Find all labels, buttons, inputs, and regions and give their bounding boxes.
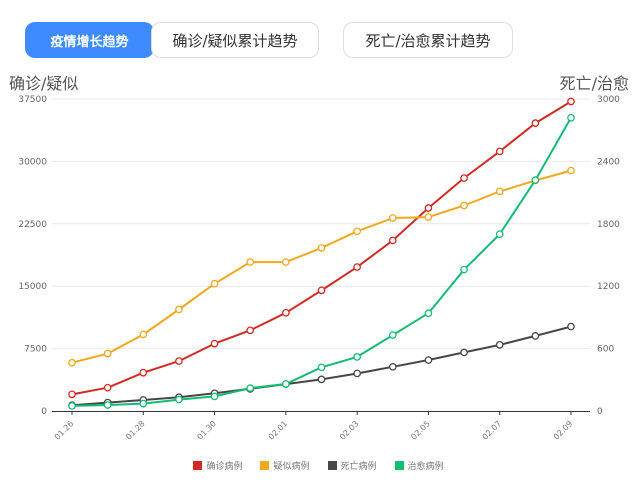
data-point bbox=[424, 356, 433, 364]
data-point bbox=[388, 214, 397, 222]
data-point bbox=[353, 353, 361, 361]
y-left-tick-label: 7500 bbox=[24, 345, 47, 355]
data-point bbox=[246, 258, 255, 266]
data-point bbox=[103, 349, 112, 358]
data-point bbox=[567, 166, 575, 175]
data-point bbox=[139, 399, 148, 408]
data-point bbox=[460, 265, 468, 274]
x-tick-label: 02.07 bbox=[481, 419, 504, 442]
data-point bbox=[282, 380, 290, 388]
data-point bbox=[139, 368, 148, 377]
data-point bbox=[388, 331, 397, 339]
data-point bbox=[495, 187, 504, 196]
data-point bbox=[460, 201, 468, 210]
x-tick-label: 02.01 bbox=[267, 419, 290, 442]
data-point bbox=[175, 357, 183, 365]
data-point bbox=[210, 339, 219, 348]
x-tick-label: 01.30 bbox=[195, 419, 218, 442]
y-right-tick-label: 2400 bbox=[597, 157, 620, 167]
x-tick-label: 02.05 bbox=[409, 419, 432, 442]
data-point bbox=[495, 147, 504, 156]
legend-item-suspected[interactable]: 疑似病例 bbox=[260, 459, 310, 472]
data-point bbox=[68, 402, 76, 410]
y-right-tick-label: 3000 bbox=[597, 95, 620, 105]
legend-item-confirmed[interactable]: 确诊病例 bbox=[193, 459, 242, 472]
x-tick-label: 02.03 bbox=[338, 419, 361, 442]
legend-label-suspected: 疑似病例 bbox=[273, 461, 310, 472]
legend-swatch-confirmed bbox=[193, 460, 203, 470]
data-point bbox=[210, 279, 219, 288]
x-tick-label: 02.09 bbox=[552, 419, 575, 442]
legend-swatch-suspected bbox=[260, 460, 270, 470]
data-point bbox=[246, 326, 255, 335]
data-point bbox=[175, 305, 183, 314]
data-point bbox=[353, 263, 361, 271]
y-left-tick-label: 37500 bbox=[18, 95, 47, 105]
legend-label-deaths: 死亡病例 bbox=[340, 461, 377, 472]
data-point bbox=[567, 97, 575, 106]
data-point bbox=[210, 392, 219, 401]
legend-swatch-recovered bbox=[394, 460, 404, 470]
legend-label-confirmed: 确诊病例 bbox=[206, 461, 243, 472]
legend-item-recovered[interactable]: 治愈病例 bbox=[394, 459, 444, 472]
data-point bbox=[282, 308, 290, 317]
data-point bbox=[567, 322, 575, 331]
data-point bbox=[282, 258, 290, 266]
y-left-tick-label: 22500 bbox=[18, 220, 47, 230]
data-point bbox=[495, 341, 504, 349]
x-tick-label: 01.26 bbox=[53, 419, 76, 442]
data-point bbox=[531, 332, 540, 340]
data-point bbox=[246, 384, 255, 392]
data-point bbox=[317, 244, 326, 252]
data-point bbox=[68, 358, 76, 367]
trend-line-chart: 0 7500 15000 22500 30000 37500 0 600 1200 1800 240… bbox=[18, 95, 620, 442]
data-point bbox=[460, 348, 468, 357]
data-point bbox=[68, 390, 76, 399]
y-left-tick-label: 30000 bbox=[18, 157, 47, 167]
data-point bbox=[175, 395, 183, 404]
data-point bbox=[495, 230, 504, 239]
data-point bbox=[388, 236, 397, 245]
y-right-tick-label: 0 bbox=[597, 407, 603, 417]
y-right-tick-label: 1200 bbox=[597, 282, 620, 292]
data-point bbox=[424, 213, 433, 221]
data-point bbox=[353, 369, 361, 378]
data-point bbox=[531, 119, 540, 127]
data-point bbox=[388, 362, 397, 371]
y-left-tick-label: 15000 bbox=[18, 282, 47, 292]
y-right-tick-label: 1800 bbox=[597, 220, 620, 230]
data-point bbox=[424, 309, 433, 318]
data-point bbox=[317, 286, 326, 295]
y-right-tick-label: 600 bbox=[597, 345, 614, 355]
legend-swatch-deaths bbox=[327, 460, 337, 470]
data-point bbox=[103, 383, 112, 392]
data-point bbox=[317, 363, 326, 372]
legend-label-recovered: 治愈病例 bbox=[407, 461, 444, 472]
data-point bbox=[531, 176, 540, 184]
data-point bbox=[353, 227, 361, 236]
chart-legend: 确诊病例 疑似病例 死亡病例 治愈病例 bbox=[0, 456, 637, 474]
data-point bbox=[103, 401, 112, 409]
data-point bbox=[424, 204, 433, 212]
y-left-tick-label: 0 bbox=[41, 407, 47, 417]
data-point bbox=[317, 375, 326, 384]
data-point bbox=[567, 113, 575, 122]
legend-item-deaths[interactable]: 死亡病例 bbox=[327, 459, 377, 472]
data-point bbox=[139, 330, 148, 339]
x-tick-label: 01.28 bbox=[124, 419, 147, 442]
data-point bbox=[460, 174, 468, 182]
